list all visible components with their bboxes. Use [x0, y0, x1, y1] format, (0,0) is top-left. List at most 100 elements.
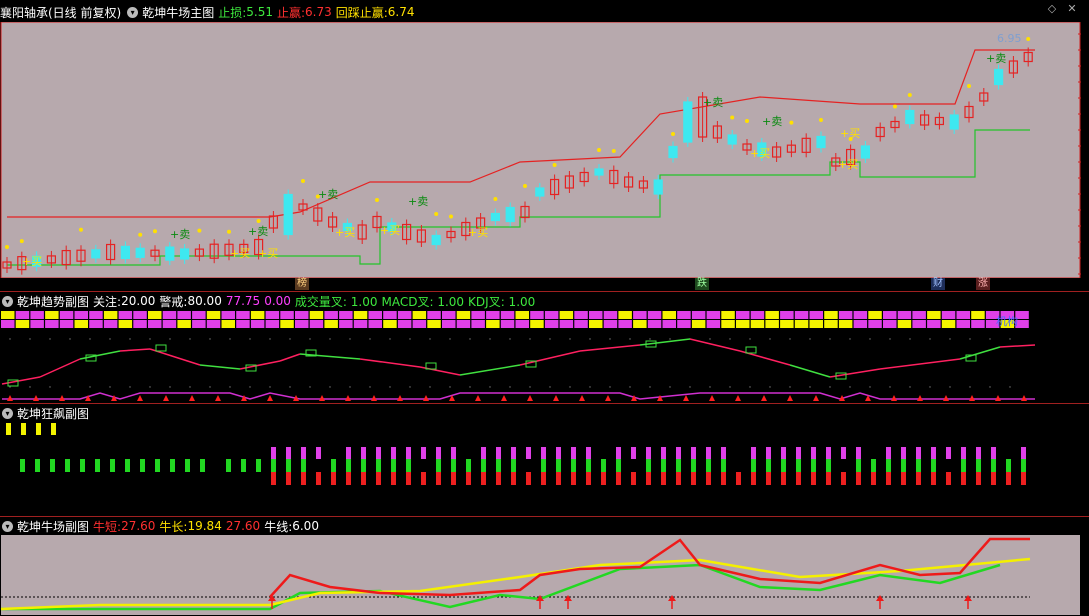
trend-block	[89, 311, 103, 319]
trend-block	[74, 311, 88, 319]
bull-chart	[0, 535, 1080, 615]
trend-panel-title[interactable]: 乾坤趋势副图	[17, 293, 89, 310]
candle-body	[165, 246, 175, 261]
trend-block	[883, 320, 897, 328]
trend-block	[295, 320, 309, 328]
signal-dot	[375, 198, 379, 202]
surge-bar-red	[601, 472, 606, 485]
bull-panel[interactable]	[0, 535, 1089, 616]
bull-panel-title[interactable]: 乾坤牛场副图	[17, 518, 89, 535]
trend-segment	[639, 338, 691, 346]
trend-block	[148, 311, 162, 319]
surge-bar-green	[481, 459, 486, 472]
surge-bar-red	[661, 472, 666, 485]
grid-dot	[509, 338, 511, 340]
trend-block	[633, 311, 647, 319]
trend-value-1: 77.75	[225, 294, 261, 308]
signal-dot	[745, 119, 749, 123]
trend-block	[265, 320, 280, 328]
grid-dot	[649, 338, 651, 340]
trend-block	[853, 311, 868, 319]
trend-block	[956, 320, 970, 328]
surge-bar-magenta	[811, 447, 816, 459]
trend-block	[486, 311, 500, 319]
red-triangle	[501, 395, 507, 401]
grid-dot	[929, 338, 931, 340]
main-chart[interactable]: +买 +买 +买 +买 +买 +买 +买 +买 +买 +卖 +卖 +卖 +卖 +卖 +卖 +卖 6.95	[0, 22, 1089, 278]
surge-bar-green	[271, 459, 276, 472]
surge-bar-magenta	[391, 447, 396, 459]
close-icon[interactable]: ✕	[1066, 3, 1078, 15]
grid-dot	[589, 338, 591, 340]
trend-segment	[689, 338, 741, 352]
trend-block	[456, 320, 471, 328]
grid-dot	[169, 338, 171, 340]
grid-dot	[269, 386, 271, 388]
trend-block	[927, 320, 941, 328]
trend-block	[765, 311, 779, 319]
surge-bar-red	[916, 472, 921, 485]
surge-bar-green	[35, 459, 40, 472]
candlestick-chart[interactable]: +买 +买 +买 +买 +买 +买 +买 +买 +买 +卖 +卖 +卖 +卖 +卖 +卖 +卖 6.95	[0, 22, 1089, 278]
candle-body	[949, 114, 959, 130]
event-tag[interactable]: 跌	[695, 278, 709, 290]
red-triangle	[397, 395, 403, 401]
trend-panel[interactable]: 机构	[0, 309, 1089, 402]
surge-bar-green	[616, 459, 621, 472]
grid-dot	[429, 386, 431, 388]
signal-dot	[967, 84, 971, 88]
trend-block	[309, 320, 324, 328]
dropdown-icon[interactable]: ▾	[2, 295, 13, 307]
trend-block	[809, 311, 823, 319]
trend-block	[544, 311, 559, 319]
dropdown-icon[interactable]: ▾	[2, 407, 13, 419]
candle-body	[283, 193, 293, 236]
event-tag[interactable]: 涨	[976, 278, 990, 290]
trend-block	[765, 320, 779, 328]
trend-block	[721, 320, 735, 328]
stop-loss-label: 止损:	[218, 5, 247, 20]
bull-short-label: 牛短:	[93, 519, 122, 534]
surge-bar-yellow	[6, 423, 11, 435]
surge-bar-green	[436, 459, 441, 472]
surge-bar-green	[781, 459, 786, 472]
dropdown-icon[interactable]: ▾	[2, 520, 13, 532]
surge-bar-magenta	[451, 447, 456, 459]
dropdown-icon[interactable]: ▾	[127, 6, 139, 18]
trend-block	[206, 311, 221, 319]
grid-dot	[989, 386, 991, 388]
surge-bar-red	[961, 472, 966, 485]
trend-block	[736, 311, 750, 319]
trend-block	[559, 311, 574, 319]
event-tag[interactable]: 财	[931, 278, 945, 290]
sell-label: +卖	[703, 96, 723, 109]
grid-dot	[569, 386, 571, 388]
grid-dot	[249, 386, 251, 388]
surge-bar-red	[781, 472, 786, 485]
trend-block	[662, 320, 676, 328]
surge-bar-red	[856, 472, 861, 485]
trend-block	[647, 311, 662, 319]
surge-bar-green	[541, 459, 546, 472]
trend-segment	[519, 350, 581, 366]
trend-block	[677, 320, 691, 328]
candle-body	[653, 179, 663, 195]
surge-bar-magenta	[796, 447, 801, 459]
sell-label: +卖	[318, 188, 338, 201]
surge-bar-green	[391, 459, 396, 472]
trend-block	[868, 320, 882, 328]
trend-block	[221, 320, 235, 328]
trend-block	[486, 320, 500, 328]
trend-block	[677, 311, 691, 319]
grid-dot	[109, 386, 111, 388]
event-tag[interactable]: 榜	[295, 278, 309, 290]
surge-bar-green	[241, 459, 246, 472]
red-triangle	[527, 395, 533, 401]
grid-dot	[689, 386, 691, 388]
surge-panel[interactable]	[0, 421, 1089, 515]
surge-panel-title[interactable]: 乾坤狂飙副图	[17, 405, 89, 422]
surge-bar-green	[346, 459, 351, 472]
diamond-icon[interactable]: ◇	[1046, 3, 1058, 15]
trend-block	[941, 320, 956, 328]
main-indicator-name[interactable]: 乾坤牛场主图	[142, 4, 214, 21]
